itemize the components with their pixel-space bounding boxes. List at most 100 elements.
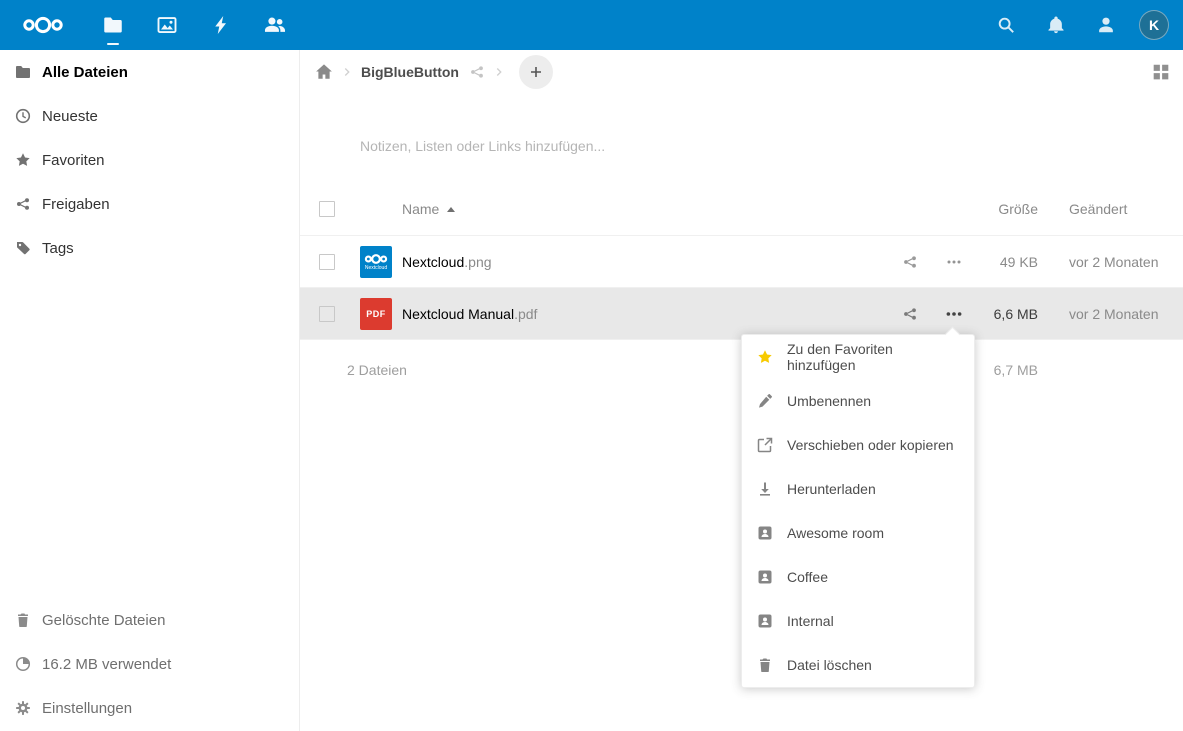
gear-icon <box>15 700 31 716</box>
app-files[interactable] <box>86 0 140 50</box>
breadcrumb-folder[interactable]: BigBlueButton <box>361 64 459 80</box>
people-icon <box>264 15 286 35</box>
table-row-selected[interactable]: PDF Nextcloud Manual.pdf 6,6 MB vor 2 Mo… <box>300 287 1183 339</box>
menu-item-label: Internal <box>787 613 834 629</box>
menu-item-label: Awesome room <box>787 525 884 541</box>
sidebar-item-quota[interactable]: 16.2 MB verwendet <box>0 642 299 686</box>
menu-item-label: Zu den Favoriten hinzufügen <box>787 341 959 373</box>
sidebar-item-label: Neueste <box>42 108 98 125</box>
trash-icon <box>757 657 773 673</box>
column-header-modified[interactable]: Geändert <box>1046 201 1183 217</box>
more-dots-icon <box>945 305 963 323</box>
menu-item-room-awesome-room[interactable]: Awesome room <box>742 511 974 555</box>
menu-item-move-or-copy[interactable]: Verschieben oder kopieren <box>742 423 974 467</box>
sort-ascending-icon <box>447 207 455 212</box>
tag-icon <box>15 240 31 256</box>
app-gallery[interactable] <box>140 0 194 50</box>
file-thumbnail-png: Nextcloud <box>360 246 392 278</box>
sidebar-item-label: Tags <box>42 240 74 257</box>
search-button[interactable] <box>981 0 1031 50</box>
menu-item-label: Verschieben oder kopieren <box>787 437 954 453</box>
clock-icon <box>15 108 31 124</box>
home-icon[interactable] <box>315 63 333 81</box>
more-dots-icon <box>946 254 962 270</box>
sidebar-item-shares[interactable]: Freigaben <box>0 182 299 226</box>
file-name[interactable]: Nextcloud Manual.pdf <box>402 306 888 322</box>
share-button[interactable] <box>888 254 932 270</box>
file-modified: vor 2 Monaten <box>1046 254 1183 270</box>
room-icon <box>757 569 773 585</box>
table-header-row: Name Größe Geändert <box>300 183 1183 235</box>
sidebar-item-all-files[interactable]: Alle Dateien <box>0 50 299 94</box>
sidebar-item-label: Gelöschte Dateien <box>42 612 165 629</box>
menu-item-label: Datei löschen <box>787 657 872 673</box>
file-modified: vor 2 Monaten <box>1046 306 1183 322</box>
sidebar-item-favorites[interactable]: Favoriten <box>0 138 299 182</box>
star-icon <box>15 152 31 168</box>
menu-item-label: Herunterladen <box>787 481 876 497</box>
more-actions-button[interactable] <box>932 254 976 270</box>
download-icon <box>757 481 773 497</box>
menu-item-label: Umbenennen <box>787 393 871 409</box>
folder-icon <box>103 15 123 35</box>
sidebar-item-deleted-files[interactable]: Gelöschte Dateien <box>0 598 299 642</box>
menu-item-label: Coffee <box>787 569 828 585</box>
chevron-right-icon <box>340 65 354 79</box>
contacts-menu-button[interactable] <box>1081 0 1131 50</box>
menu-item-rename[interactable]: Umbenennen <box>742 379 974 423</box>
share-icon <box>902 306 918 322</box>
avatar[interactable]: K <box>1139 10 1169 40</box>
bell-icon <box>1047 16 1065 34</box>
share-button[interactable] <box>888 306 932 322</box>
grid-view-toggle[interactable] <box>1152 63 1170 81</box>
nextcloud-logo[interactable] <box>0 0 86 50</box>
menu-item-download[interactable]: Herunterladen <box>742 467 974 511</box>
room-icon <box>757 525 773 541</box>
app-activity[interactable] <box>194 0 248 50</box>
breadcrumb: BigBlueButton <box>300 50 1183 94</box>
sidebar-item-label: 16.2 MB verwendet <box>42 656 171 673</box>
sidebar-item-tags[interactable]: Tags <box>0 226 299 270</box>
table-row[interactable]: Nextcloud Nextcloud.png 49 KB vor 2 Mona… <box>300 235 1183 287</box>
share-icon[interactable] <box>469 64 485 80</box>
share-icon <box>15 196 31 212</box>
more-actions-button[interactable] <box>932 305 976 323</box>
file-thumbnail-pdf: PDF <box>360 298 392 330</box>
menu-item-room-coffee[interactable]: Coffee <box>742 555 974 599</box>
menu-item-room-internal[interactable]: Internal <box>742 599 974 643</box>
lightning-icon <box>211 15 231 35</box>
move-icon <box>757 437 773 453</box>
star-icon <box>757 349 773 365</box>
sidebar-item-settings[interactable]: Einstellungen <box>0 686 299 730</box>
select-all-checkbox[interactable] <box>319 201 335 217</box>
file-actions-menu: Zu den Favoriten hinzufügen Umbenennen V… <box>741 334 975 688</box>
file-size: 6,6 MB <box>976 306 1046 322</box>
grid-icon <box>1152 63 1170 81</box>
row-checkbox[interactable] <box>319 254 335 270</box>
column-header-name[interactable]: Name <box>402 201 888 217</box>
sidebar-item-label: Freigaben <box>42 196 110 213</box>
sidebar: Alle Dateien Neueste Favoriten Freigaben… <box>0 50 300 731</box>
app-contacts[interactable] <box>248 0 302 50</box>
quota-pie-icon <box>15 656 31 672</box>
top-header: K <box>0 0 1183 50</box>
notes-input[interactable] <box>360 138 920 154</box>
search-icon <box>997 16 1015 34</box>
file-name[interactable]: Nextcloud.png <box>402 254 888 270</box>
new-file-button[interactable] <box>519 55 553 89</box>
chevron-right-icon <box>492 65 506 79</box>
column-header-size[interactable]: Größe <box>976 201 1046 217</box>
sidebar-footer: Gelöschte Dateien 16.2 MB verwendet <box>0 598 299 731</box>
plus-icon <box>528 64 544 80</box>
sidebar-item-recent[interactable]: Neueste <box>0 94 299 138</box>
menu-item-delete-file[interactable]: Datei löschen <box>742 643 974 687</box>
sidebar-item-label: Alle Dateien <box>42 64 128 81</box>
folder-icon <box>15 64 31 80</box>
row-checkbox[interactable] <box>319 306 335 322</box>
sidebar-item-label: Einstellungen <box>42 700 132 717</box>
nextcloud-logo-icon <box>20 14 66 36</box>
menu-item-add-to-favorites[interactable]: Zu den Favoriten hinzufügen <box>742 335 974 379</box>
notifications-button[interactable] <box>1031 0 1081 50</box>
image-icon <box>157 15 177 35</box>
file-size: 49 KB <box>976 254 1046 270</box>
